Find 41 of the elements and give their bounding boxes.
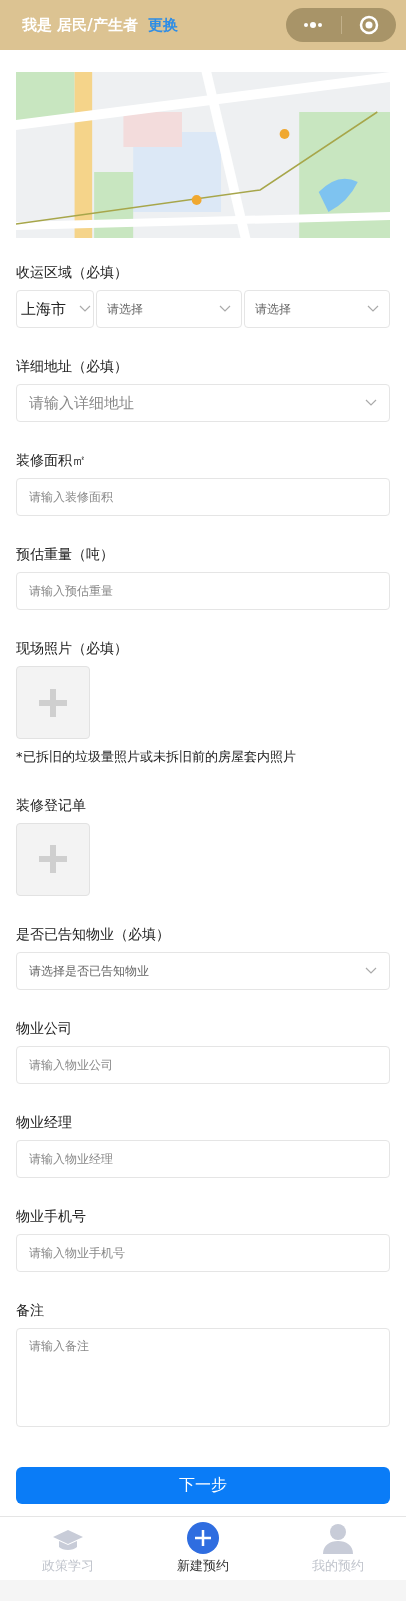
- input-field[interactable]: 请输入物业经理: [16, 1139, 390, 1178]
- plus-circle-icon: [187, 1522, 219, 1554]
- add-photo-button[interactable]: [16, 822, 90, 896]
- next-button[interactable]: 下一步: [16, 1466, 390, 1504]
- select-placeholder: 请选择是否已告知物业: [29, 962, 149, 980]
- add-photo-button[interactable]: [16, 666, 90, 739]
- person-icon: [322, 1524, 355, 1554]
- input-field[interactable]: 请输入装修面积: [16, 478, 390, 516]
- select-field[interactable]: 请选择是否已告知物业: [16, 951, 390, 990]
- select-placeholder: 请输入详细地址: [29, 392, 134, 414]
- plus-icon: [39, 688, 67, 717]
- select-field[interactable]: 请输入详细地址: [16, 384, 390, 422]
- role-title: 我是 居民/产生者: [22, 14, 138, 36]
- region-select[interactable]: 请选择: [96, 290, 242, 328]
- field-label: 物业经理: [16, 1112, 73, 1132]
- field-label: 装修登记单: [16, 795, 87, 815]
- input-field[interactable]: 请输入物业公司: [16, 1045, 390, 1084]
- input-field[interactable]: 请输入物业手机号: [16, 1233, 390, 1272]
- remarks-field[interactable]: 请输入备注: [16, 1327, 390, 1427]
- tab-item[interactable]: 新建预约: [135, 1516, 271, 1580]
- field-label: 物业公司: [16, 1018, 73, 1038]
- field-label: 是否已告知物业（必填）: [16, 924, 171, 944]
- field-label: 详细地址（必填）: [16, 357, 129, 376]
- field-label: 装修面积㎡: [16, 451, 87, 470]
- chevron-down-icon: [79, 305, 91, 313]
- chevron-down-icon: [367, 305, 379, 313]
- plus-icon: [39, 845, 67, 873]
- close-icon: [358, 15, 379, 35]
- chevron-down-icon: [365, 966, 377, 975]
- photo-hint: *已拆旧的垃圾量照片或未拆旧前的房屋套内照片: [16, 748, 297, 766]
- field-label: 物业手机号: [16, 1206, 87, 1226]
- chevron-down-icon: [365, 399, 377, 407]
- field-label: 收运区域（必填）: [16, 263, 129, 282]
- more-icon: [303, 22, 324, 28]
- field-label: 现场照片（必填）: [16, 639, 129, 658]
- field-label: 预估重量（吨）: [16, 545, 115, 564]
- field-label: 备注: [16, 1300, 45, 1320]
- input-field[interactable]: 请输入预估重量: [16, 572, 390, 610]
- region-select[interactable]: 上海市: [16, 290, 94, 328]
- region-select[interactable]: 请选择: [244, 290, 390, 328]
- chevron-down-icon: [219, 305, 231, 313]
